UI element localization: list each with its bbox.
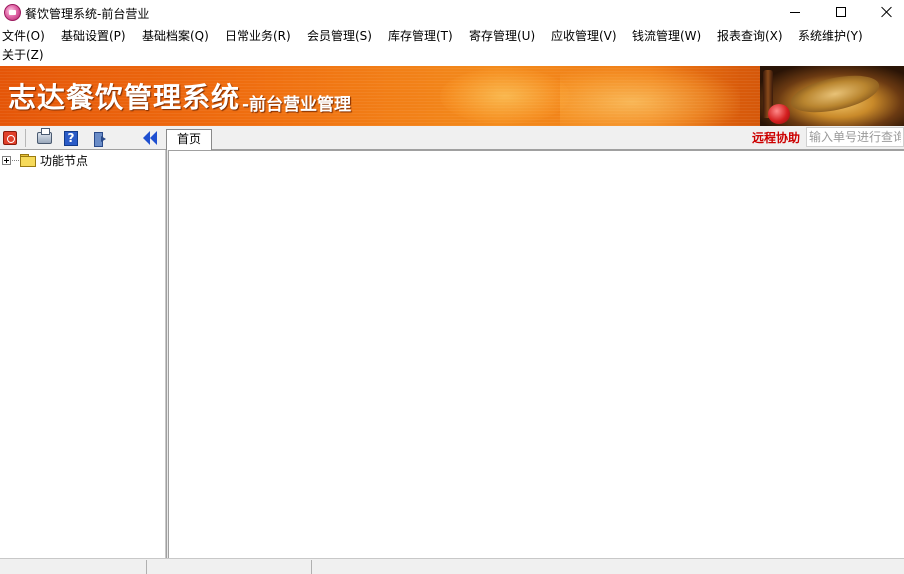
menu-cashflow[interactable]: 钱流管理(W) — [630, 26, 703, 46]
menu-inventory-mgmt[interactable]: 库存管理(T) — [386, 26, 455, 46]
menu-reports[interactable]: 报表查询(X) — [715, 26, 785, 46]
collapse-panel-button[interactable] — [141, 129, 159, 147]
banner-subtitle: -前台营业管理 — [242, 95, 352, 115]
status-pane — [0, 560, 147, 574]
menu-system-maint[interactable]: 系统维护(Y) — [796, 26, 865, 46]
menu-member-mgmt[interactable]: 会员管理(S) — [305, 26, 374, 46]
order-number-search-input[interactable] — [806, 127, 904, 147]
remote-help-link[interactable]: 远程协助 — [752, 129, 800, 146]
tab-home[interactable]: 首页 — [166, 129, 212, 150]
title-bar: 餐饮管理系统-前台营业 — [0, 0, 904, 26]
tree-connector — [12, 159, 19, 161]
banner-food-image — [440, 68, 570, 124]
expand-icon[interactable] — [2, 155, 11, 165]
menu-basic-settings[interactable]: 基础设置(P) — [59, 26, 128, 46]
main-content-area — [169, 150, 904, 556]
print-icon — [36, 128, 52, 144]
exit-icon — [93, 131, 107, 147]
app-logo-icon — [4, 4, 21, 21]
status-pane — [147, 560, 312, 574]
menu-file[interactable]: 文件(O) — [0, 26, 47, 46]
stop-button[interactable] — [1, 129, 19, 147]
banner-food-image — [560, 66, 740, 126]
function-tree-panel: 功能节点 — [0, 150, 166, 559]
stop-icon — [3, 131, 17, 145]
menu-bar: 文件(O) 基础设置(P) 基础档案(Q) 日常业务(R) 会员管理(S) 库存… — [0, 26, 904, 66]
exit-button[interactable] — [91, 129, 109, 147]
menu-storage-mgmt[interactable]: 寄存管理(U) — [467, 26, 537, 46]
menu-receivables[interactable]: 应收管理(V) — [549, 26, 619, 46]
close-icon — [881, 6, 893, 18]
banner-title: 志达餐饮管理系统 — [8, 81, 241, 114]
print-button[interactable] — [35, 128, 53, 147]
maximize-button[interactable] — [818, 0, 864, 24]
minimize-button[interactable] — [772, 0, 818, 24]
toolbar-separator — [25, 129, 26, 147]
minimize-icon — [790, 11, 800, 13]
menu-daily-business[interactable]: 日常业务(R) — [223, 26, 293, 46]
tree-node-label: 功能节点 — [40, 153, 89, 168]
menu-about[interactable]: 关于(Z) — [0, 45, 46, 65]
window-title: 餐饮管理系统-前台营业 — [25, 7, 150, 21]
banner: 志达餐饮管理系统 -前台营业管理 — [0, 66, 904, 126]
help-button[interactable]: ? — [62, 129, 80, 147]
tree-node-root[interactable]: 功能节点 — [0, 152, 88, 168]
collapse-panel-icon — [142, 131, 158, 145]
status-bar — [0, 558, 904, 574]
menu-basic-archives[interactable]: 基础档案(Q) — [140, 26, 211, 46]
help-icon: ? — [64, 130, 78, 146]
banner-tomato-image — [768, 104, 790, 124]
folder-icon — [20, 154, 36, 167]
maximize-icon — [836, 7, 846, 17]
close-button[interactable] — [864, 0, 904, 24]
